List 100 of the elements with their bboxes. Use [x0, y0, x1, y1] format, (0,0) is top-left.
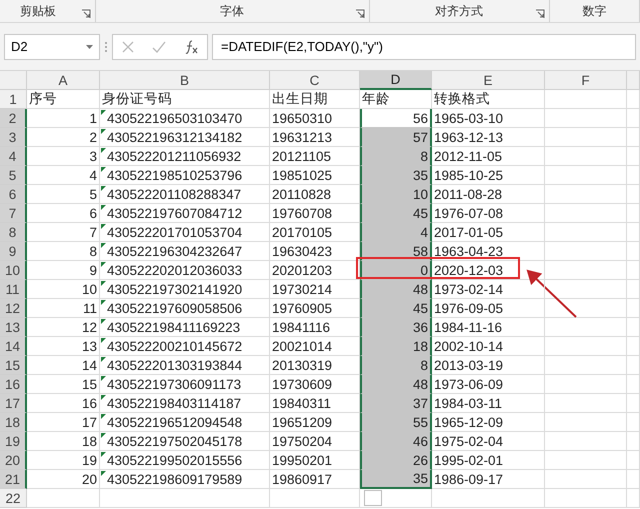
table-cell: 1963-12-13 [432, 128, 545, 147]
table-cell: 1985-10-25 [432, 166, 545, 185]
table-cell: 20 [27, 470, 100, 489]
table-cell: 430522198609179589 [100, 470, 270, 489]
row-header[interactable]: 17 [0, 394, 27, 413]
row-header[interactable]: 2 [0, 109, 27, 128]
row-header[interactable]: 13 [0, 318, 27, 337]
row-header[interactable]: 10 [0, 261, 27, 280]
column-header[interactable]: C [270, 71, 360, 90]
table-cell: 430522197607084712 [100, 204, 270, 223]
row-header[interactable]: 5 [0, 166, 27, 185]
table-cell: 1976-07-08 [432, 204, 545, 223]
row-header[interactable]: 8 [0, 223, 27, 242]
name-box[interactable]: D2 [4, 34, 100, 60]
row-header[interactable]: 12 [0, 299, 27, 318]
table-cell: 430522196503103470 [100, 109, 270, 128]
row-header[interactable]: 15 [0, 356, 27, 375]
row-header[interactable]: 14 [0, 337, 27, 356]
column-header[interactable]: A [27, 71, 100, 90]
table-cell: 13 [27, 337, 100, 356]
table-cell: 4 [27, 166, 100, 185]
error-marker-icon [101, 167, 106, 172]
table-cell: 19 [27, 451, 100, 470]
group-label: 对齐方式 [435, 2, 484, 20]
column-title: 序号 [27, 90, 100, 109]
table-cell: 26 [360, 451, 432, 470]
column-header[interactable]: D [360, 71, 432, 90]
table-cell: 17 [27, 413, 100, 432]
row-header[interactable]: 16 [0, 375, 27, 394]
table-cell: 1995-02-01 [432, 451, 545, 470]
table-cell: 4 [360, 223, 432, 242]
error-marker-icon [101, 338, 106, 343]
dialog-launcher-icon[interactable] [534, 9, 545, 19]
row-header[interactable]: 19 [0, 432, 27, 451]
error-marker-icon [101, 262, 106, 267]
row-header[interactable]: 22 [0, 489, 27, 508]
column-header[interactable]: B [100, 71, 270, 90]
table-cell: 5 [27, 185, 100, 204]
caret-icon[interactable] [86, 44, 93, 48]
row-header[interactable]: 7 [0, 204, 27, 223]
error-marker-icon [101, 300, 106, 305]
table-cell: 430522201701053704 [100, 223, 270, 242]
dialog-launcher-icon[interactable] [354, 9, 365, 19]
table-cell: 430522196512094548 [100, 413, 270, 432]
table-cell: 48 [360, 375, 432, 394]
table-cell: 1973-06-09 [432, 375, 545, 394]
table-cell: 55 [360, 413, 432, 432]
error-marker-icon [101, 129, 106, 134]
table-cell: 57 [360, 128, 432, 147]
group-label: 剪贴板 [20, 2, 56, 20]
table-cell: 45 [360, 299, 432, 318]
function-icon[interactable] [184, 40, 198, 54]
column-title: 身份证号码 [100, 90, 270, 109]
row-header[interactable]: 20 [0, 451, 27, 470]
row-header[interactable]: 3 [0, 128, 27, 147]
table-cell: 15 [27, 375, 100, 394]
table-cell: 2020-12-03 [432, 261, 545, 280]
table-cell: 8 [27, 242, 100, 261]
error-marker-icon [101, 224, 106, 229]
row-header[interactable]: 6 [0, 185, 27, 204]
formula-field[interactable]: =DATEDIF(E2,TODAY(),"y") [212, 34, 636, 60]
check-icon[interactable] [152, 40, 166, 52]
table-cell: 1973-02-14 [432, 280, 545, 299]
table-cell: 430522198411169223 [100, 318, 270, 337]
dialog-launcher-icon[interactable] [80, 9, 91, 19]
row-header[interactable]: 1 [0, 90, 27, 109]
table-cell: 1984-11-16 [432, 318, 545, 337]
error-marker-icon [101, 452, 106, 457]
table-cell: 46 [360, 432, 432, 451]
grip-icon [104, 40, 108, 52]
table-cell: 430522200210145672 [100, 337, 270, 356]
table-cell: 48 [360, 280, 432, 299]
table-cell: 2012-11-05 [432, 147, 545, 166]
row-header[interactable]: 11 [0, 280, 27, 299]
table-cell: 10 [27, 280, 100, 299]
row-header[interactable]: 18 [0, 413, 27, 432]
row-header[interactable]: 9 [0, 242, 27, 261]
table-cell: 430522201211056932 [100, 147, 270, 166]
table-cell: 10 [360, 185, 432, 204]
table-cell: 430522197502045178 [100, 432, 270, 451]
row-header[interactable]: 4 [0, 147, 27, 166]
table-cell: 430522201108288347 [100, 185, 270, 204]
table-cell: 1984-03-11 [432, 394, 545, 413]
table-cell: 1965-03-10 [432, 109, 545, 128]
table-cell: 35 [360, 166, 432, 185]
table-cell: 2017-01-05 [432, 223, 545, 242]
table-cell: 45 [360, 204, 432, 223]
table-cell: 18 [27, 432, 100, 451]
error-marker-icon [101, 471, 106, 476]
column-header[interactable]: E [432, 71, 545, 90]
row-header[interactable]: 21 [0, 470, 27, 489]
error-marker-icon [101, 319, 106, 324]
table-cell: 1965-12-09 [432, 413, 545, 432]
table-cell: 18 [360, 337, 432, 356]
error-marker-icon [101, 281, 106, 286]
table-cell: 11 [27, 299, 100, 318]
table-cell: 1 [27, 109, 100, 128]
column-header[interactable]: F [545, 71, 627, 90]
table-cell: 430522199502015556 [100, 451, 270, 470]
error-marker-icon [101, 376, 106, 381]
